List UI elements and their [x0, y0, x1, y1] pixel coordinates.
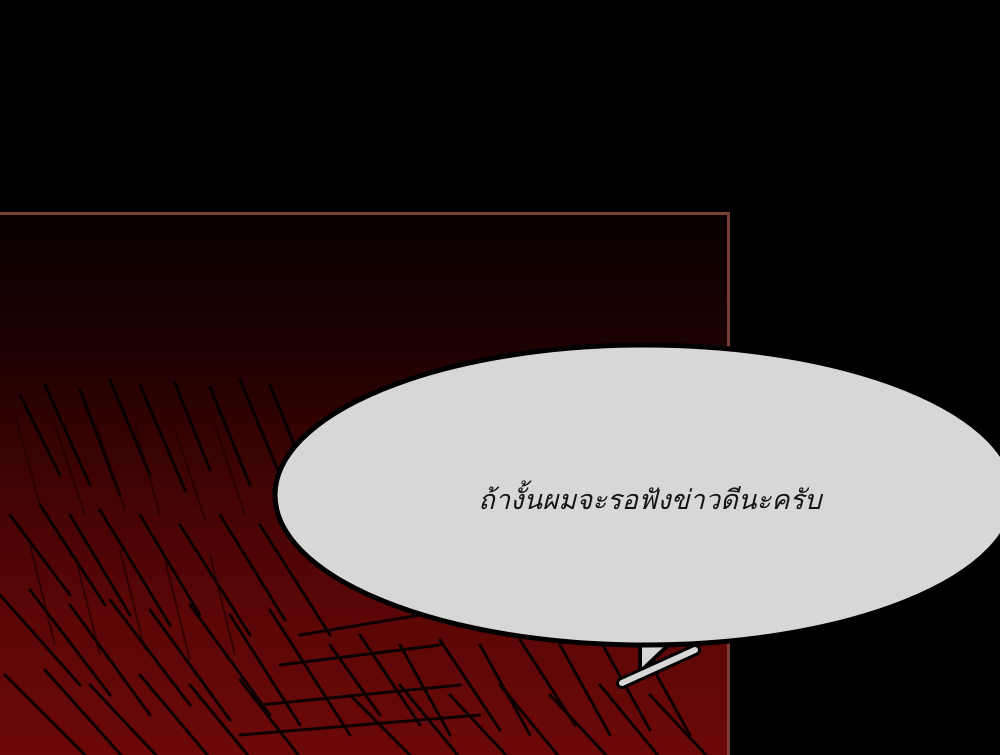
comic-page: ถ้างั้นผมจะรอฟังข่าวดีนะครับ [0, 0, 1000, 755]
speech-bubble [272, 342, 1000, 689]
speech-bubble-text: ถ้างั้นผมจะรอฟังข่าวดีนะครับ [478, 485, 822, 516]
